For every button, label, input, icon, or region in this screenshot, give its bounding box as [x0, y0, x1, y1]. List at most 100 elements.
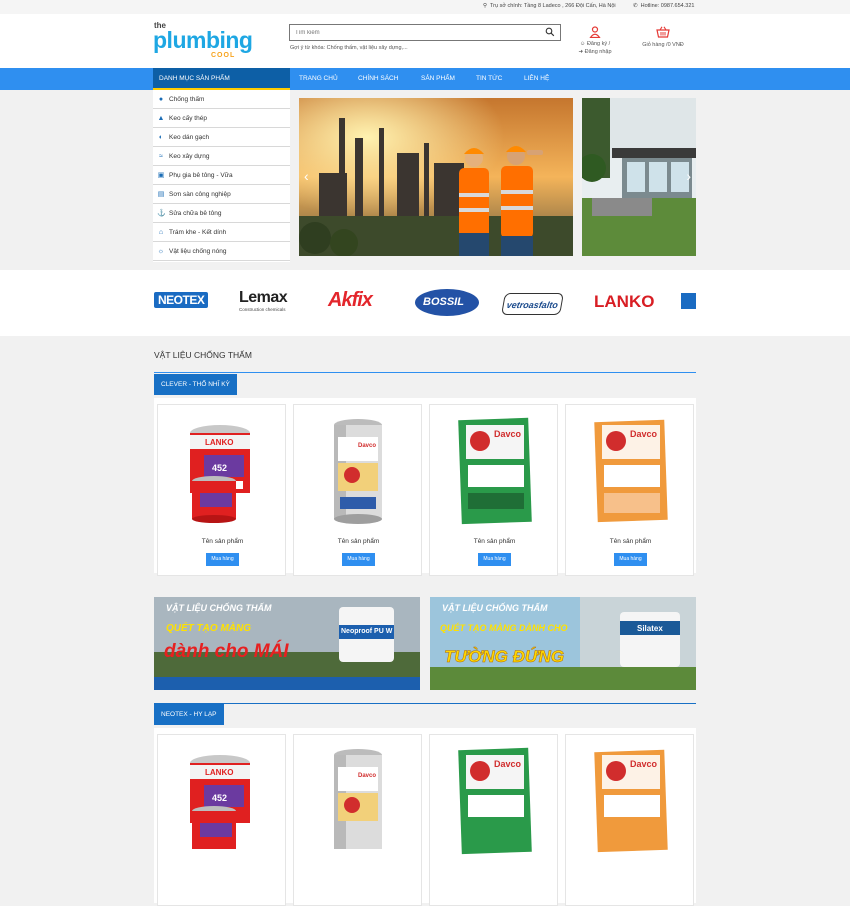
sidebar-item-tile-adhesive[interactable]: ◐ Keo dán gạch — [153, 128, 290, 147]
hotline[interactable]: ✆ Hotline: 0987.654.321 — [633, 3, 694, 9]
main-nav: DANH MỤC SẢN PHẨM TRANG CHỦ CHÍNH SÁCH S… — [0, 68, 850, 90]
brand-lemax-name: Lemax — [239, 289, 288, 306]
sidebar-item-label: Keo xây dựng — [169, 153, 210, 160]
buy-button[interactable]: Mua hàng — [614, 553, 647, 566]
slider-prev-arrow[interactable]: ‹ — [304, 168, 309, 184]
wave-icon: ≈ — [159, 153, 163, 160]
sidebar-item-label: Phụ gia bê tông - Vữa — [169, 172, 233, 179]
sidebar-item-heat-insulation[interactable]: ☼ Vật liệu chống nóng — [153, 242, 290, 261]
buy-button[interactable]: Mua hàng — [206, 553, 239, 566]
product-name[interactable]: Tên sản phẩm — [158, 538, 287, 545]
product-image-brand: LANKO — [205, 768, 233, 777]
sidebar-item-label: Chống thấm — [169, 96, 205, 103]
register-link[interactable]: ☺ Đăng ký / — [573, 41, 617, 47]
buy-button[interactable]: Mua hàng — [478, 553, 511, 566]
category-menu-label: DANH MỤC SẢN PHẨM — [159, 75, 230, 82]
nav-item-policy[interactable]: CHÍNH SÁCH — [358, 75, 398, 82]
brand-akfix[interactable]: Akfix — [328, 289, 373, 312]
mountain-icon: ▲ — [157, 115, 165, 122]
header: the plumbing COOL Gợi ý từ khóa: Chống t… — [0, 14, 850, 68]
tab-neotex[interactable]: NEOTEX - HY LẠP — [154, 704, 224, 725]
product-name[interactable]: Tên sản phẩm — [566, 538, 695, 545]
product-card[interactable]: Davco Tên sản phẩm Mua hàng — [429, 404, 558, 576]
category-menu-button[interactable]: DANH MỤC SẢN PHẨM — [153, 68, 290, 90]
sidebar-item-sealant[interactable]: ⌂ Trám khe - Kết dính — [153, 223, 290, 242]
mixer-icon: ▣ — [157, 172, 165, 179]
promo-line1: VẬT LIỆU CHỐNG THẤM — [166, 603, 272, 613]
product-card[interactable]: Davco — [293, 734, 422, 906]
logo-plumbing: plumbing — [153, 27, 253, 53]
tab-clever[interactable]: CLEVER - THỔ NHĨ KỲ — [154, 374, 237, 395]
sidebar-item-rebar-adhesive[interactable]: ▲ Keo cấy thép — [153, 109, 290, 128]
product-list-2: LANKO 452 Davco Davco Davco — [154, 728, 696, 906]
brand-bossil-name: BOSSIL — [423, 296, 464, 308]
product-card[interactable]: Davco Tên sản phẩm Mua hàng — [565, 404, 694, 576]
hero-slider[interactable]: ‹ — [299, 98, 573, 256]
sidebar-item-label: Vật liệu chống nóng — [169, 248, 227, 255]
product-image-brand: Davco — [494, 759, 522, 769]
product-card[interactable]: Davco Tên sản phẩm Mua hàng — [293, 404, 422, 576]
product-card[interactable]: LANKO 452 Tên sản phẩm Mua hàng — [157, 404, 286, 576]
promo-product: Silatex — [637, 624, 663, 633]
brand-vetroasfalto[interactable]: vetroasfalto — [501, 293, 564, 315]
promo-banner-roof[interactable]: VẬT LIỆU CHỐNG THẤM QUÉT TẠO MÀNG dành c… — [154, 597, 420, 690]
promo-product: Neoproof PU W — [341, 628, 393, 635]
product-card[interactable]: LANKO 452 — [157, 734, 286, 906]
drop-icon: ● — [158, 96, 164, 103]
product-card[interactable]: Davco — [565, 734, 694, 906]
sidebar-item-label: Keo dán gạch — [169, 134, 210, 141]
product-list-1: LANKO 452 Tên sản phẩm Mua hàng Davco Tê… — [154, 398, 696, 576]
anchor-icon: ⚓ — [157, 210, 166, 217]
top-bar: ⚲ Trụ sở chính: Tầng 8 Ladeco , 266 Đội C… — [0, 0, 850, 14]
nav-item-news[interactable]: TIN TỨC — [476, 75, 502, 82]
product-image-lanko-bucket: LANKO 452 — [190, 755, 250, 849]
nav-item-home[interactable]: TRANG CHỦ — [299, 75, 338, 82]
brand-neotex[interactable]: NEOTEX — [154, 292, 209, 308]
promo-line3: TƯỜNG ĐỨNG — [444, 647, 565, 667]
sidebar-item-floor-paint[interactable]: ▤ Sơn sàn công nghiệp — [153, 185, 290, 204]
product-image-brand: Davco — [358, 773, 376, 779]
promo-line1: VẬT LIỆU CHỐNG THẤM — [442, 603, 548, 613]
cart-link[interactable]: Giỏ hàng /0 VNĐ — [636, 26, 690, 62]
roller-icon: ▤ — [157, 191, 165, 198]
login-text: Đăng nhập — [584, 49, 612, 55]
product-image-code: 452 — [212, 463, 227, 473]
product-image-brand: Davco — [630, 759, 658, 769]
brand-lemax[interactable]: Lemax Construction chemicals — [239, 289, 288, 312]
hero-image-house — [582, 98, 696, 256]
hero-slider-next[interactable]: › — [582, 98, 696, 256]
logo-cool: COOL — [211, 52, 236, 59]
nav-item-contact[interactable]: LIÊN HỆ — [524, 75, 549, 82]
slider-next-arrow[interactable]: › — [686, 168, 691, 184]
promo-banner-wall[interactable]: VẬT LIỆU CHỐNG THẤM QUÉT TẠO MÀNG DÀNH C… — [430, 597, 696, 690]
login-link[interactable]: ➜ Đăng nhập — [573, 49, 617, 55]
search-icon[interactable] — [545, 27, 555, 37]
product-image-davco-orange-bag: Davco — [594, 419, 668, 523]
brand-lanko[interactable]: LANKO — [594, 292, 654, 312]
sidebar-item-construction-glue[interactable]: ≈ Keo xây dựng — [153, 147, 290, 166]
product-image-brand: Davco — [358, 443, 376, 449]
section-title: VẬT LIỆU CHỐNG THẤM — [154, 350, 252, 360]
sidebar-item-waterproofing[interactable]: ● Chống thấm — [153, 90, 290, 109]
product-name[interactable]: Tên sản phẩm — [430, 538, 559, 545]
brand-lemax-tagline: Construction chemicals — [239, 307, 286, 312]
brand-bossil[interactable]: BOSSIL — [415, 289, 479, 316]
logo[interactable]: the plumbing COOL — [153, 21, 253, 63]
nav-item-products[interactable]: SẢN PHẨM — [421, 75, 455, 82]
search-input[interactable] — [295, 28, 535, 38]
category-sidebar: ● Chống thấm ▲ Keo cấy thép ◐ Keo dán gạch … — [153, 90, 290, 262]
sun-icon: ☼ — [157, 248, 165, 255]
address: ⚲ Trụ sở chính: Tầng 8 Ladeco , 266 Đội C… — [483, 3, 616, 9]
sidebar-item-concrete-additive[interactable]: ▣ Phụ gia bê tông - Vữa — [153, 166, 290, 185]
product-image-brand: LANKO — [205, 438, 233, 447]
brand-neotex-partial — [681, 293, 696, 309]
promo-line2: QUÉT TẠO MÀNG — [166, 623, 251, 634]
buy-button[interactable]: Mua hàng — [342, 553, 375, 566]
product-card[interactable]: Davco — [429, 734, 558, 906]
search-hint: Gợi ý từ khóa: Chống thấm, vật liệu xây … — [290, 45, 408, 51]
product-name[interactable]: Tên sản phẩm — [294, 538, 423, 545]
hero-image-refinery-workers — [299, 98, 573, 256]
basket-icon — [656, 26, 670, 38]
sidebar-item-concrete-repair[interactable]: ⚓ Sửa chữa bê tông — [153, 204, 290, 223]
product-image-brand: Davco — [630, 429, 658, 439]
